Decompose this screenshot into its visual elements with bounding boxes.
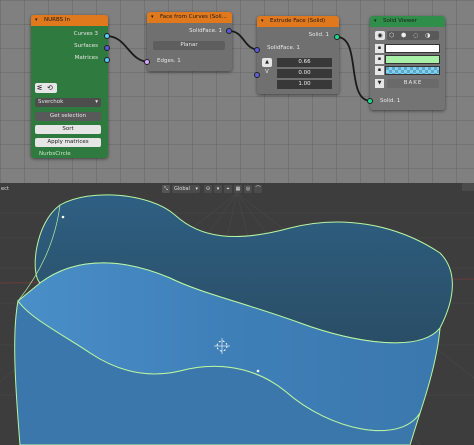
3d-cursor-icon: [214, 338, 230, 354]
solid-viewer-title: Solid Viewer: [383, 18, 417, 24]
vector-x-field[interactable]: 0.66: [277, 58, 332, 67]
face-toggle[interactable]: ▪: [375, 66, 384, 75]
viewport-menu-button[interactable]: [462, 183, 474, 191]
face-from-curves-body: SolidFace. 1 Planar Edges. 1: [147, 23, 232, 71]
display-mode-group[interactable]: ⬡ ⬢ ◌ ◑: [387, 31, 439, 40]
bake-options-icon[interactable]: ▼: [375, 79, 384, 88]
vector-y-field[interactable]: 0.00: [277, 69, 332, 78]
output-matrices-socket[interactable]: [104, 57, 110, 63]
orientation-dropdown[interactable]: Global ▾: [172, 185, 200, 193]
orientation-value: Global: [174, 186, 190, 192]
solid-viewer-body: ◉ ⬡ ⬢ ◌ ◑ ▪ ▪ ▪ ▼ BAKE Solid. 1: [370, 27, 445, 110]
output-solidface-socket[interactable]: [226, 28, 232, 34]
bake-button[interactable]: BAKE: [387, 79, 439, 88]
link-solid: [336, 36, 372, 102]
output-solidface-label: SolidFace. 1: [189, 28, 222, 34]
mode-dropdown-value: Sverchok: [38, 99, 64, 105]
vector-z-field[interactable]: 1.00: [277, 80, 332, 89]
nurbs-in-title: NURBS In: [44, 17, 70, 23]
snap-icon[interactable]: ⌖: [224, 185, 232, 193]
nurbs-in-body: Curves 3 Surfaces Matrices ᓬ ⟲ Sverchok …: [31, 26, 108, 158]
transform-pivot-icon[interactable]: ⤡: [162, 185, 170, 193]
vertex-mode-icon[interactable]: ⬡: [389, 31, 394, 40]
face-mode-icon[interactable]: ◌: [413, 31, 418, 40]
edge-toggle[interactable]: ▪: [375, 55, 384, 64]
input-solidface-socket[interactable]: [254, 47, 260, 53]
vector-label: V: [265, 69, 269, 75]
link-curves-to-edges: [105, 35, 151, 63]
pivot-chevron-icon[interactable]: ▾: [214, 185, 222, 193]
edge-mode-icon[interactable]: ⬢: [401, 31, 406, 40]
pivot-point-icon[interactable]: ⊙: [204, 185, 212, 193]
input-solidface-label: SolidFace. 1: [267, 45, 300, 51]
vertex-color-swatch[interactable]: [385, 44, 440, 53]
output-matrices-label: Matrices: [74, 55, 98, 61]
planar-button[interactable]: Planar: [153, 41, 225, 50]
output-surfaces-label: Surfaces: [74, 43, 98, 49]
collapse-icon[interactable]: ▾: [35, 15, 38, 26]
eye-icon[interactable]: ◉: [375, 31, 385, 40]
chevron-down-icon: ▾: [95, 99, 98, 105]
mode-dropdown[interactable]: Sverchok ▾: [35, 98, 101, 107]
refresh-icon[interactable]: ⟲: [47, 84, 55, 92]
solid-viewer-node[interactable]: ▾ Solid Viewer ◉ ⬡ ⬢ ◌ ◑ ▪ ▪ ▪ ▼ BAKE So…: [370, 16, 445, 110]
proportional-editing-icon[interactable]: ◎: [244, 185, 252, 193]
extrude-face-title: Extrude Face (Solid): [270, 18, 326, 24]
object-name-label: NurbsCircle: [39, 151, 71, 157]
extrude-face-node[interactable]: ▾ Extrude Face (Solid) Solid. 1 SolidFac…: [257, 16, 339, 94]
face-from-curves-title: Face from Curves (Soli...: [160, 14, 227, 20]
collapse-icon[interactable]: ▾: [374, 16, 377, 27]
input-edges-label: Edges. 1: [157, 58, 181, 64]
snap-target-icon[interactable]: ▦: [234, 185, 242, 193]
collapse-icon[interactable]: ▾: [151, 12, 154, 23]
output-solid-socket[interactable]: [334, 34, 340, 40]
get-selection-button[interactable]: Get selection: [35, 112, 101, 121]
select-label[interactable]: ect: [1, 185, 9, 193]
nurbs-in-header[interactable]: ▾ NURBS In: [31, 15, 108, 26]
face-from-curves-header[interactable]: ▾ Face from Curves (Soli...: [147, 12, 232, 23]
extrude-face-body: Solid. 1 SolidFace. 1 ▲ V 0.66 0.00 1.00: [257, 27, 339, 94]
extrude-face-header[interactable]: ▾ Extrude Face (Solid): [257, 16, 339, 27]
curve-icon[interactable]: ᓬ: [37, 84, 45, 92]
vector-collapse-icon[interactable]: ▲: [262, 58, 272, 67]
icon-button-group[interactable]: ᓬ ⟲: [35, 83, 57, 93]
input-vector-socket[interactable]: [254, 72, 260, 78]
sort-button[interactable]: Sort: [35, 125, 101, 134]
shading-icon[interactable]: ◑: [425, 31, 430, 40]
solid-vertex: [256, 369, 260, 373]
nurbs-in-node[interactable]: ▾ NURBS In Curves 3 Surfaces Matrices ᓬ …: [31, 15, 108, 158]
input-edges-socket[interactable]: [144, 59, 150, 65]
input-solid-socket[interactable]: [367, 98, 373, 104]
face-from-curves-node[interactable]: ▾ Face from Curves (Soli... SolidFace. 1…: [147, 12, 232, 71]
vertex-toggle[interactable]: ▪: [375, 44, 384, 53]
viewport-3d[interactable]: ect ⤡ Global ▾ ⊙ ▾ ⌖ ▦ ◎ ⌒: [0, 183, 474, 445]
chevron-down-icon: ▾: [195, 186, 198, 192]
face-color-swatch[interactable]: [385, 66, 440, 75]
apply-matrices-button[interactable]: Apply matrices: [35, 138, 101, 147]
extruded-solid: [14, 194, 453, 445]
input-solid-label: Solid. 1: [380, 98, 401, 104]
collapse-icon[interactable]: ▾: [261, 16, 264, 27]
output-curves-socket[interactable]: [104, 33, 110, 39]
edge-color-swatch[interactable]: [385, 55, 440, 64]
output-curves-label: Curves 3: [73, 31, 98, 37]
output-solid-label: Solid. 1: [308, 32, 329, 38]
solid-vertex: [61, 215, 65, 219]
node-editor[interactable]: ▾ NURBS In Curves 3 Surfaces Matrices ᓬ …: [0, 0, 474, 183]
solid-viewer-header[interactable]: ▾ Solid Viewer: [370, 16, 445, 27]
falloff-icon[interactable]: ⌒: [254, 185, 262, 193]
output-surfaces-socket[interactable]: [104, 45, 110, 51]
